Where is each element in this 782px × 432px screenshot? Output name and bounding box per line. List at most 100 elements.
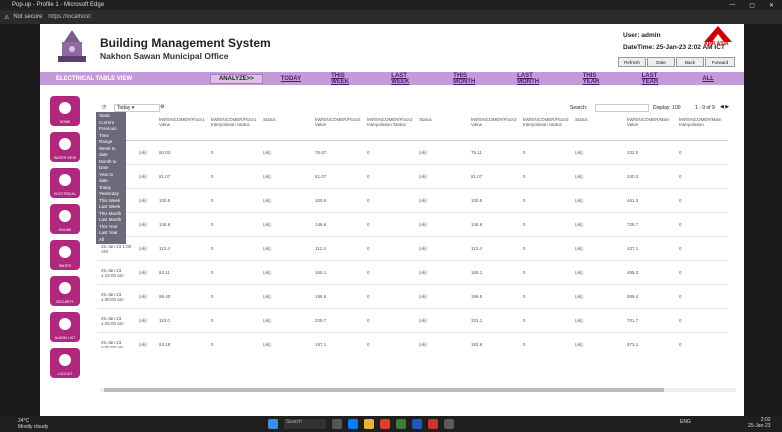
nav-link-this-week[interactable]: THIS WEEK bbox=[331, 73, 361, 85]
sidebar-item-logout[interactable]: LOGOUT bbox=[50, 348, 80, 378]
nav-bar: ELECTRICAL TABLE VIEW ANALYZE>> TODAY TH… bbox=[40, 72, 744, 85]
nav-link-last-week[interactable]: LAST WEEK bbox=[391, 73, 423, 85]
maximize-button[interactable]: ▢ bbox=[749, 2, 755, 9]
column-header[interactable]: kWh/INCOMER/Floor1 Value bbox=[156, 116, 208, 141]
table-cell: 240.3 bbox=[624, 164, 676, 189]
table-cell: 100.5 bbox=[312, 188, 364, 213]
table-cell: 0 bbox=[520, 188, 572, 213]
column-header[interactable]: kWh/INCOMER/Floor2 Interpolation Status bbox=[364, 116, 416, 141]
header: Building Management System Nakhon Sawan … bbox=[40, 24, 744, 70]
table-cell: 437.1 bbox=[624, 236, 676, 261]
paging-info: 1 - 9 of 9 bbox=[695, 105, 715, 111]
table-cell: 110.0 bbox=[156, 308, 208, 333]
table-cell: (ok) bbox=[136, 308, 156, 333]
url-text[interactable]: https://localhost: bbox=[48, 14, 91, 20]
sidebar-item-water[interactable]: WATER bbox=[50, 240, 80, 270]
date-button[interactable]: Date bbox=[647, 57, 675, 67]
table-row: 25-Jan-23 1:45:00 am (ok) 110.0 0 (ok) 229.7 0… bbox=[98, 308, 728, 333]
back-button[interactable]: Back bbox=[676, 57, 704, 67]
table-cell: 0 bbox=[364, 260, 416, 285]
table-cell: (ok) bbox=[572, 188, 624, 213]
table-cell: (ok) bbox=[572, 164, 624, 189]
column-header[interactable] bbox=[136, 116, 156, 141]
sidebar-label: ALARM LIST bbox=[54, 336, 76, 340]
table-cell: 0 bbox=[208, 308, 260, 333]
nav-link-today[interactable]: TODAY bbox=[281, 76, 301, 82]
weather-widget[interactable]: 24°C Mostly cloudy bbox=[18, 418, 48, 430]
address-bar[interactable]: ⚠ Not secure https://localhost: bbox=[0, 10, 782, 24]
table-cell: (ok) bbox=[136, 212, 156, 237]
column-header[interactable]: Status bbox=[260, 116, 312, 141]
tray-lang[interactable]: ENG bbox=[680, 419, 691, 425]
forward-button[interactable]: Forward bbox=[705, 57, 735, 67]
column-header[interactable]: kWh/INCOMER/Main Interpolation bbox=[676, 116, 728, 141]
search-input[interactable] bbox=[595, 104, 649, 112]
dropdown-option[interactable]: Time Range bbox=[96, 133, 126, 146]
plus-icon bbox=[59, 210, 71, 222]
refresh-button[interactable]: Refresh bbox=[618, 57, 646, 67]
table-body: 25-Jan-23 12:00 AM(ok)80.030(ok)76.870(o… bbox=[98, 140, 728, 348]
windows-start-icon[interactable] bbox=[268, 419, 278, 429]
app-icon[interactable] bbox=[380, 419, 390, 429]
table-cell: (ok) bbox=[136, 260, 156, 285]
column-header[interactable]: kWh/INCOMER/Floor3 Interpolation Status bbox=[520, 116, 572, 141]
table-toolbar: ◷ Today ▾ ⚙ Search: Display: 100 1 - 9 o… bbox=[100, 104, 740, 114]
sidebar-item-alarm-list[interactable]: ALARM LIST bbox=[50, 312, 80, 342]
analyze-button[interactable]: ANALYZE>> bbox=[209, 73, 263, 84]
app-icon[interactable] bbox=[444, 419, 454, 429]
table-cell: 0 bbox=[676, 140, 728, 165]
table-cell: 701.7 bbox=[624, 308, 676, 333]
range-select[interactable]: Today ▾ bbox=[114, 104, 160, 112]
nav-link-last-month[interactable]: LAST MONTH bbox=[517, 73, 553, 85]
app-icon[interactable] bbox=[428, 419, 438, 429]
scrollbar-thumb[interactable] bbox=[104, 388, 664, 392]
table-cell: (ok) bbox=[572, 236, 624, 261]
nav-link-last-year[interactable]: LAST YEAR bbox=[642, 73, 673, 85]
column-header[interactable]: kWh/INCOMER/Floor1 Interpolation Status bbox=[208, 116, 260, 141]
sidebar-item-home[interactable]: HOME bbox=[50, 96, 80, 126]
edge-icon[interactable] bbox=[348, 419, 358, 429]
table-row: 25-Jan-23 12:45 AM(ok)146.60(ok)146.60(o… bbox=[98, 212, 728, 237]
minimize-button[interactable]: — bbox=[729, 2, 735, 9]
file-explorer-icon[interactable] bbox=[364, 419, 374, 429]
close-button[interactable]: ✕ bbox=[769, 2, 774, 9]
app-icon[interactable] bbox=[396, 419, 406, 429]
table-cell: 0 bbox=[676, 188, 728, 213]
column-header[interactable]: Status bbox=[572, 116, 624, 141]
column-header[interactable]: Status bbox=[416, 116, 468, 141]
table-cell: 197.1 bbox=[312, 332, 364, 348]
dropdown-option[interactable]: Week to date bbox=[96, 146, 126, 159]
sidebar-item-electrical[interactable]: ELECTRICAL bbox=[50, 168, 80, 198]
nav-link-this-month[interactable]: THIS MONTH bbox=[453, 73, 487, 85]
sidebar-item-water-view[interactable]: WATER VIEW bbox=[50, 132, 80, 162]
dropdown-option[interactable]: All bbox=[96, 237, 126, 244]
taskbar-search[interactable]: Search bbox=[284, 419, 326, 429]
table-cell: 75.11 bbox=[468, 140, 520, 165]
nav-link-this-year[interactable]: THIS YEAR bbox=[583, 73, 612, 85]
column-header[interactable]: kWh/INCOMER/Main Value bbox=[624, 116, 676, 141]
app-icon[interactable] bbox=[412, 419, 422, 429]
table-cell: 0 bbox=[364, 140, 416, 165]
table-cell: 0 bbox=[676, 212, 728, 237]
table-cell: 146.6 bbox=[156, 212, 208, 237]
table-cell: 0 bbox=[364, 236, 416, 261]
clock[interactable]: 2:02 25-Jan-23 bbox=[748, 417, 771, 429]
task-view-icon[interactable] bbox=[332, 419, 342, 429]
display-select[interactable]: Display: 100 bbox=[653, 105, 681, 111]
table-cell: 0 bbox=[208, 140, 260, 165]
table-row: 25-Jan-23 12:30 AM(ok)100.50(ok)100.50(o… bbox=[98, 188, 728, 213]
table-cell: (ok) bbox=[136, 140, 156, 165]
gear-icon[interactable]: ⚙ bbox=[160, 104, 164, 110]
range-select-value: Today bbox=[117, 105, 131, 111]
table-cell: 0 bbox=[520, 212, 572, 237]
warning-icon: ⚠ bbox=[4, 14, 10, 21]
sidebar-item-online[interactable]: ONLINE bbox=[50, 204, 80, 234]
horizontal-scrollbar[interactable] bbox=[100, 388, 736, 392]
dropdown-option[interactable]: Month to Date bbox=[96, 159, 126, 172]
column-header[interactable]: kWh/INCOMER/Floor2 Value bbox=[312, 116, 364, 141]
nav-link-all[interactable]: ALL bbox=[702, 76, 714, 82]
column-header[interactable]: kWh/INCOMER/Floor3 Value bbox=[468, 116, 520, 141]
dropdown-option[interactable]: Year to date bbox=[96, 172, 126, 185]
sidebar-item-security[interactable]: SECURITY bbox=[50, 276, 80, 306]
page-nav-icon[interactable]: ◀ ▶ bbox=[720, 104, 729, 110]
